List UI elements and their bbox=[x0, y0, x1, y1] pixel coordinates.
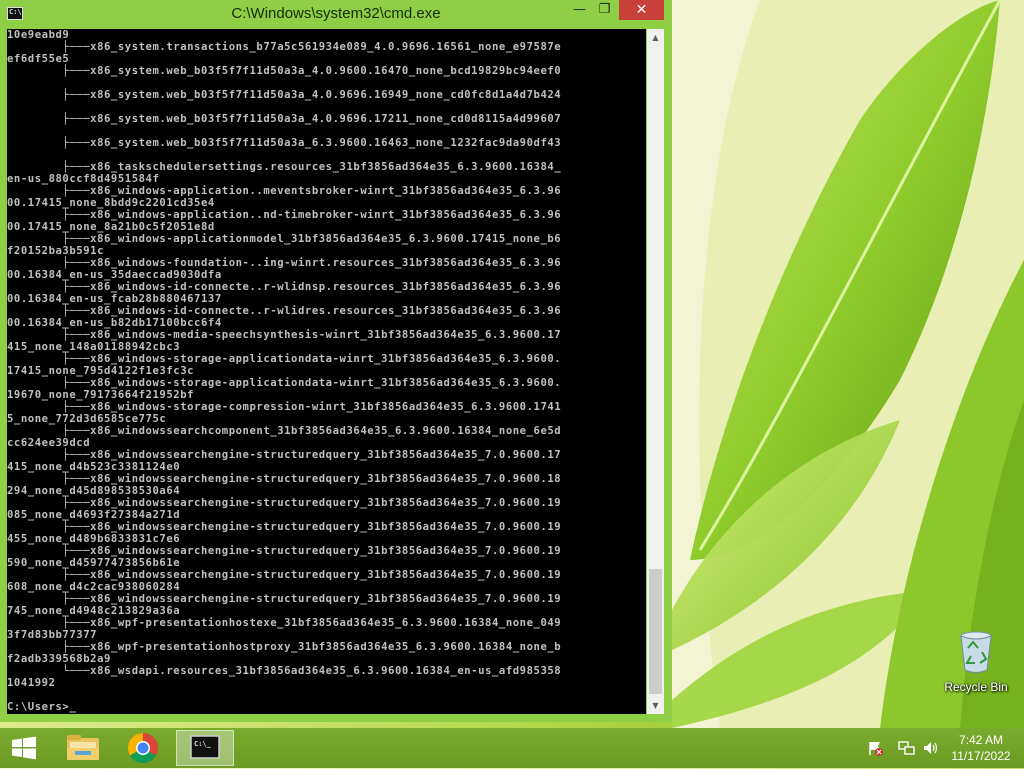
console-line: ├───x86_system.web_b03f5f7f11d50a3a_4.0.… bbox=[62, 65, 562, 77]
recycle-bin-icon bbox=[960, 631, 992, 673]
clock-time: 7:42 AM bbox=[958, 733, 1004, 747]
scroll-down-arrow-icon[interactable]: ▼ bbox=[647, 697, 664, 714]
console-line: ├───x86_wpf-presentationhostexe_31bf3856… bbox=[62, 617, 562, 629]
console-line: 00.17415_none_8a21b0c5f2051e8d bbox=[7, 221, 215, 233]
console-line: 1041992 bbox=[7, 677, 56, 689]
console-line: ├───x86_taskschedulersettings.resources_… bbox=[62, 161, 562, 173]
taskbar-cmd-button[interactable]: C:\_ bbox=[176, 730, 234, 766]
console-line: f20152ba3b591c bbox=[7, 245, 104, 257]
clock-date: 11/17/2022 bbox=[951, 749, 1011, 763]
console-output[interactable]: 10e9eabd9 ├───x86_system.transactions_b7… bbox=[7, 29, 646, 714]
console-line: ├───x86_windows-application..nd-timebrok… bbox=[62, 209, 562, 221]
console-line: ├───x86_windows-storage-compression-winr… bbox=[62, 401, 562, 413]
console-line: ├───x86_windows-applicationmodel_31bf385… bbox=[62, 233, 562, 245]
console-line: 294_none_d45d898538530a64 bbox=[7, 485, 181, 497]
console-line: ├───x86_windowssearchengine-structuredqu… bbox=[62, 569, 562, 581]
console-line: ├───x86_wpf-presentationhostproxy_31bf38… bbox=[62, 641, 562, 653]
console-line: ├───x86_system.transactions_b77a5c561934… bbox=[62, 41, 562, 53]
network-icon[interactable] bbox=[897, 740, 915, 756]
title-bar[interactable]: C:\ C:\Windows\system32\cmd.exe — ❐ ✕ bbox=[0, 0, 672, 28]
console-line: ├───x86_windowssearchengine-structuredqu… bbox=[62, 545, 562, 557]
cmd-window[interactable]: C:\ C:\Windows\system32\cmd.exe — ❐ ✕ 10… bbox=[0, 0, 672, 722]
console-line: ├───x86_windows-storage-applicationdata-… bbox=[62, 377, 562, 389]
windows-start-icon[interactable] bbox=[8, 736, 40, 760]
console-line: C:\Users>_ bbox=[7, 701, 77, 713]
console-line: 00.16384_en-us_b82db17100bcc6f4 bbox=[7, 317, 222, 329]
recycle-bin-label: Recycle Bin bbox=[944, 680, 1008, 694]
console-line: ├───x86_system.web_b03f5f7f11d50a3a_4.0.… bbox=[62, 113, 562, 125]
console-line: 5_none_772d3d6585ce775c bbox=[7, 413, 167, 425]
console-line: 085_none_d4693f27384a271d bbox=[7, 509, 181, 521]
console-line: ├───x86_windowssearchengine-structuredqu… bbox=[62, 473, 562, 485]
cmd-icon-text: C:\_ bbox=[194, 740, 212, 748]
console-line: 00.16384_en-us_fcab28b880467137 bbox=[7, 293, 222, 305]
minimize-button[interactable]: — bbox=[566, 0, 593, 20]
console-line: ├───x86_windowssearchcomponent_31bf3856a… bbox=[62, 425, 562, 437]
console-line: f2adb339568b2a9 bbox=[7, 653, 111, 665]
console-line: 608_none_d4c2cac938060284 bbox=[7, 581, 181, 593]
console-line: └───x86_wsdapi.resources_31bf3856ad364e3… bbox=[62, 665, 562, 677]
console-text: 10e9eabd9 ├───x86_system.transactions_b7… bbox=[7, 29, 646, 713]
console-line: 19670_none_79173664f21952bf bbox=[7, 389, 195, 401]
console-line: 00.16384_en-us_35daeccad9030dfa bbox=[7, 269, 222, 281]
console-line: ├───x86_windows-foundation-..ing-winrt.r… bbox=[62, 257, 562, 269]
action-center-flag-icon[interactable] bbox=[866, 740, 884, 756]
console-line: en-us_880ccf8d4951584f bbox=[7, 173, 160, 185]
taskbar: C:\_ 7:42 AM 11/17/2022 bbox=[0, 728, 1024, 768]
console-line: 10e9eabd9 bbox=[7, 29, 70, 41]
file-explorer-icon[interactable] bbox=[55, 730, 111, 766]
console-line: ├───x86_windowssearchengine-structuredqu… bbox=[62, 521, 562, 533]
console-line: 415_none_148a01188942cbc3 bbox=[7, 341, 181, 353]
console-line: 17415_none_795d4122f1e3fc3c bbox=[7, 365, 195, 377]
vertical-scrollbar[interactable]: ▲ ▼ bbox=[647, 29, 664, 714]
console-line: ef6df55e5 bbox=[7, 53, 70, 65]
console-line: ├───x86_windows-id-connecte..r-wlidres.r… bbox=[62, 305, 562, 317]
chrome-icon[interactable] bbox=[115, 730, 171, 766]
cmd-taskbar-icon: C:\_ bbox=[190, 735, 220, 759]
console-line: ├───x86_windowssearchengine-structuredqu… bbox=[62, 449, 562, 461]
volume-icon[interactable] bbox=[922, 740, 940, 756]
console-line: 745_none_d4948c213829a36a bbox=[7, 605, 181, 617]
taskbar-clock[interactable]: 7:42 AM 11/17/2022 bbox=[946, 732, 1016, 764]
console-line: 3f7d83bb77377 bbox=[7, 629, 98, 641]
console-line: ├───x86_windowssearchengine-structuredqu… bbox=[62, 497, 562, 509]
console-line: ├───x86_windows-media-speechsynthesis-wi… bbox=[62, 329, 562, 341]
console-line: 590_none_d45977473856b61e bbox=[7, 557, 181, 569]
recycle-bin[interactable]: Recycle Bin bbox=[940, 630, 1012, 694]
console-line: ├───x86_system.web_b03f5f7f11d50a3a_4.0.… bbox=[62, 89, 562, 101]
console-line: ├───x86_windows-id-connecte..r-wlidnsp.r… bbox=[62, 281, 562, 293]
console-line: 00.17415_none_8bdd9c2201cd35e4 bbox=[7, 197, 215, 209]
console-line: ├───x86_windowssearchengine-structuredqu… bbox=[62, 593, 562, 605]
console-line: cc624ee39dcd bbox=[7, 437, 91, 449]
console-line: ├───x86_windows-application..meventsbrok… bbox=[62, 185, 562, 197]
maximize-button[interactable]: ❐ bbox=[591, 0, 618, 20]
console-line: ├───x86_system.web_b03f5f7f11d50a3a_6.3.… bbox=[62, 137, 562, 149]
console-line: ├───x86_windows-storage-applicationdata-… bbox=[62, 353, 562, 365]
console-line: 415_none_d4b523c3381124e0 bbox=[7, 461, 181, 473]
close-button[interactable]: ✕ bbox=[619, 0, 664, 20]
scrollbar-thumb[interactable] bbox=[649, 569, 662, 694]
console-line: 455_none_d489b6833831c7e6 bbox=[7, 533, 181, 545]
scroll-up-arrow-icon[interactable]: ▲ bbox=[647, 29, 664, 46]
